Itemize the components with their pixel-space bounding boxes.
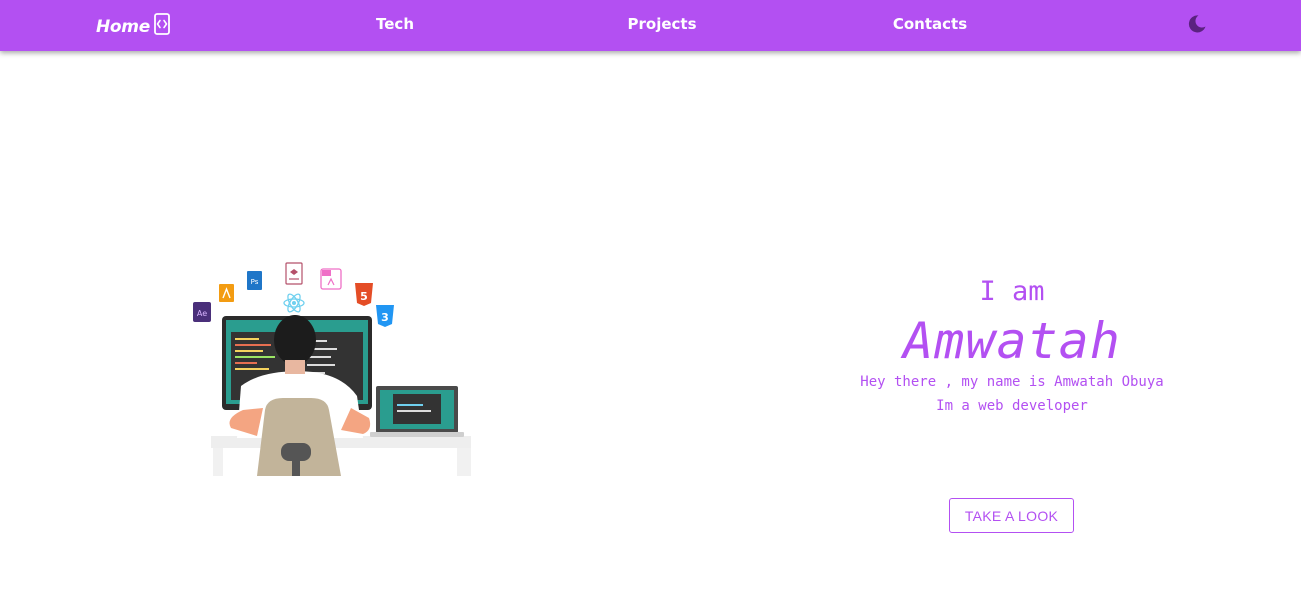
hero-name: Amwatah (903, 312, 1121, 370)
hero-description-line1: Hey there , my name is Amwatah Obuya (860, 374, 1164, 390)
hero-text: I am Amwatah Hey there , my name is Amwa… (812, 272, 1212, 418)
nav-link-tech[interactable]: Tech (376, 15, 414, 33)
css3-icon: 3 (376, 305, 394, 327)
after-effects-icon: Ae (193, 302, 211, 322)
hero-intro: I am (979, 276, 1045, 307)
theme-toggle-button[interactable] (1187, 14, 1207, 34)
navbar: Home Tech Projects Contacts (0, 0, 1301, 51)
react-icon (283, 293, 305, 313)
take-a-look-button[interactable]: TAKE A LOOK (949, 498, 1074, 533)
illustrator-file-icon (219, 284, 234, 302)
hero-description-line2: Im a web developer (936, 398, 1088, 414)
moon-icon (1188, 15, 1206, 33)
svg-text:5: 5 (360, 290, 368, 303)
code-file-icon (285, 262, 303, 285)
photoshop-icon: Ps (247, 271, 262, 290)
svg-text:Ae: Ae (197, 309, 207, 318)
code-brackets-icon (154, 13, 170, 40)
svg-text:3: 3 (381, 311, 389, 324)
html5-icon: 5 (355, 283, 373, 306)
image-file-icon (320, 268, 342, 290)
svg-text:Ps: Ps (251, 278, 259, 286)
nav-link-projects[interactable]: Projects (627, 15, 696, 33)
developer-illustration: Ae Ps 5 3 (185, 258, 475, 476)
nav-link-contacts[interactable]: Contacts (893, 15, 967, 33)
nav-home-link[interactable]: Home (96, 13, 170, 40)
nav-home-label: Home (96, 16, 150, 37)
